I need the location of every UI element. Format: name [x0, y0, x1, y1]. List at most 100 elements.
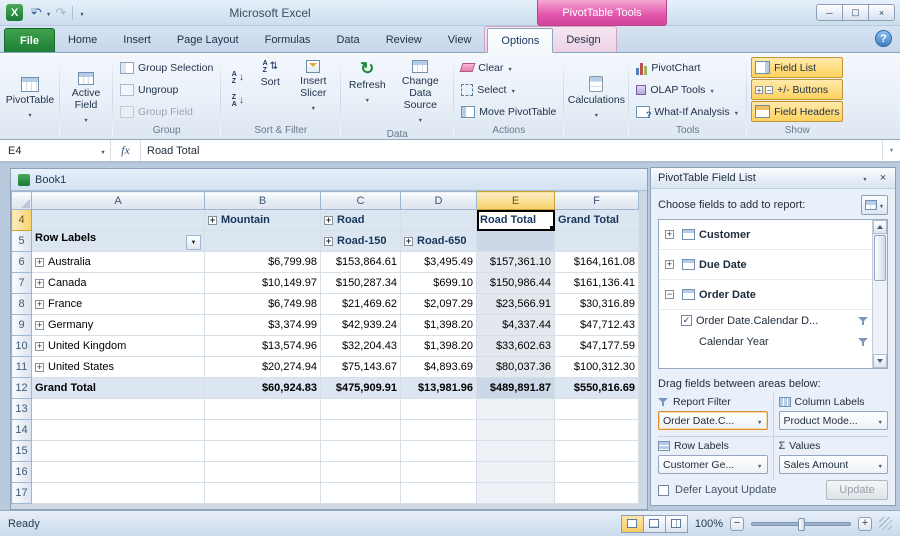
cell[interactable]: $3,374.99 [205, 315, 321, 336]
row-header[interactable]: 14 [12, 420, 32, 441]
pivottable-button[interactable]: PivotTable [5, 56, 55, 138]
cell[interactable]: $10,149.97 [205, 273, 321, 294]
expand-icon[interactable] [35, 258, 44, 267]
cell[interactable]: $47,177.59 [555, 336, 639, 357]
cell[interactable]: $60,924.83 [205, 378, 321, 399]
expand-icon[interactable] [35, 279, 44, 288]
filter-funnel-icon[interactable] [858, 337, 869, 347]
row-header[interactable]: 5 [12, 231, 32, 252]
column-header-f[interactable]: F [555, 192, 639, 210]
cell[interactable] [205, 483, 321, 504]
expand-icon[interactable] [404, 237, 413, 246]
cell[interactable]: $153,864.61 [321, 252, 401, 273]
row-header[interactable]: 17 [12, 483, 32, 504]
calculations-button[interactable]: Calculations [568, 56, 624, 138]
cell[interactable]: $150,986.44 [477, 273, 555, 294]
formula-input[interactable]: Road Total [141, 140, 882, 161]
cell[interactable]: $164,161.08 [555, 252, 639, 273]
cell[interactable]: $42,939.24 [321, 315, 401, 336]
expand-icon[interactable] [35, 363, 44, 372]
expand-formula-bar-button[interactable] [882, 140, 900, 161]
page-layout-view-button[interactable] [643, 515, 666, 533]
cell[interactable] [477, 441, 555, 462]
cell-row-labels[interactable]: Row Labels [32, 231, 205, 252]
cell[interactable] [32, 420, 205, 441]
group-selection-button[interactable]: Group Selection [117, 57, 216, 78]
cell[interactable] [477, 462, 555, 483]
values-field[interactable]: Sales Amount [779, 455, 889, 474]
close-button[interactable]: × [868, 4, 895, 21]
tab-data[interactable]: Data [323, 28, 372, 52]
cell[interactable]: $100,312.30 [555, 357, 639, 378]
tab-options[interactable]: Options [487, 28, 553, 53]
cell-country[interactable]: United States [32, 357, 205, 378]
cell[interactable] [555, 483, 639, 504]
field-list-layout-button[interactable] [861, 195, 888, 215]
cell[interactable] [321, 483, 401, 504]
cell[interactable] [321, 441, 401, 462]
cell[interactable]: $4,337.44 [477, 315, 555, 336]
help-button[interactable]: ? [875, 30, 892, 47]
cell[interactable]: $699.10 [401, 273, 477, 294]
cell[interactable] [401, 420, 477, 441]
cell[interactable] [477, 483, 555, 504]
cell[interactable]: $23,566.91 [477, 294, 555, 315]
field-item-customer[interactable]: Customer [659, 220, 887, 250]
expand-icon[interactable] [208, 216, 217, 225]
cell[interactable]: $80,037.36 [477, 357, 555, 378]
tab-home[interactable]: Home [55, 28, 110, 52]
row-header[interactable]: 8 [12, 294, 32, 315]
row-labels-field[interactable]: Customer Ge... [658, 455, 768, 474]
cell[interactable]: $20,274.94 [205, 357, 321, 378]
zoom-slider[interactable] [751, 522, 851, 526]
cell[interactable] [321, 462, 401, 483]
cell[interactable]: $21,469.62 [321, 294, 401, 315]
scrollbar-thumb[interactable] [874, 235, 886, 281]
cell[interactable] [401, 210, 477, 231]
active-cell-e4[interactable]: Road Total [477, 210, 555, 231]
column-labels-field[interactable]: Product Mode... [779, 411, 889, 430]
plus-minus-buttons-toggle[interactable]: +/- Buttons [751, 79, 843, 100]
column-header-b[interactable]: B [205, 192, 321, 210]
cell[interactable]: $75,143.67 [321, 357, 401, 378]
row-header[interactable]: 7 [12, 273, 32, 294]
cell[interactable]: $161,136.41 [555, 273, 639, 294]
cell-road150[interactable]: Road-150 [321, 231, 401, 252]
active-field-button[interactable]: Active Field [64, 56, 108, 138]
refresh-button[interactable]: ↻ Refresh [345, 56, 389, 127]
row-header[interactable]: 16 [12, 462, 32, 483]
cell[interactable] [401, 441, 477, 462]
cell[interactable]: $1,398.20 [401, 336, 477, 357]
cell[interactable]: $13,981.96 [401, 378, 477, 399]
row-header[interactable]: 15 [12, 441, 32, 462]
column-header-a[interactable]: A [32, 192, 205, 210]
expand-icon[interactable] [35, 321, 44, 330]
ungroup-button[interactable]: Ungroup [117, 79, 216, 100]
cell[interactable] [401, 462, 477, 483]
cell-grand-total-label[interactable]: Grand Total [32, 378, 205, 399]
row-header[interactable]: 6 [12, 252, 32, 273]
cell[interactable] [555, 399, 639, 420]
tab-insert[interactable]: Insert [110, 28, 164, 52]
cell-country[interactable]: Germany [32, 315, 205, 336]
cell[interactable] [32, 210, 205, 231]
field-item-order-date-calendar[interactable]: ✓ Order Date.Calendar D... [659, 310, 887, 331]
cell[interactable] [321, 420, 401, 441]
select-all-corner[interactable] [12, 192, 32, 210]
cell[interactable] [205, 462, 321, 483]
page-break-view-button[interactable] [665, 515, 688, 533]
column-header-c[interactable]: C [321, 192, 401, 210]
field-list-title-bar[interactable]: PivotTable Field List × [651, 168, 895, 189]
cell[interactable] [32, 483, 205, 504]
expand-icon[interactable] [324, 237, 333, 246]
cell[interactable]: $2,097.29 [401, 294, 477, 315]
cell[interactable]: $4,893.69 [401, 357, 477, 378]
insert-function-button[interactable]: fx [111, 140, 141, 161]
cell[interactable] [205, 231, 321, 252]
cell[interactable]: $489,891.87 [477, 378, 555, 399]
filter-dropdown-icon[interactable] [186, 235, 201, 250]
tab-file[interactable]: File [4, 28, 55, 52]
resize-grip[interactable] [879, 517, 892, 530]
report-filter-field[interactable]: Order Date.C... [658, 411, 768, 430]
normal-view-button[interactable] [621, 515, 644, 533]
